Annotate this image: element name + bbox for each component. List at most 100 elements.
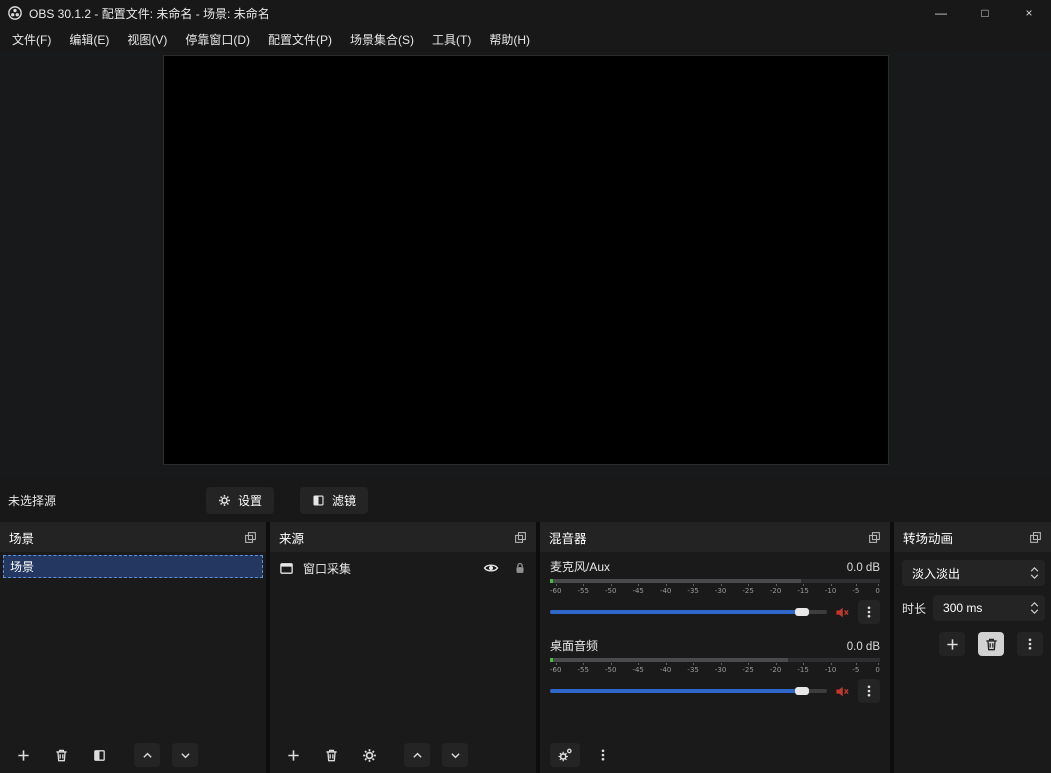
mixer-body: 麦克风/Aux 0.0 dB -60-55-50-45-40-35-30-25-… xyxy=(540,552,890,737)
select-arrows-icon xyxy=(1030,567,1039,579)
popout-icon[interactable] xyxy=(1029,531,1042,544)
trash-icon xyxy=(984,637,999,652)
menu-item-edit[interactable]: 编辑(E) xyxy=(60,27,118,52)
gear-icon xyxy=(362,748,377,763)
move-scene-up-button[interactable] xyxy=(134,743,160,767)
volume-meter xyxy=(550,579,880,583)
menu-item-docks[interactable]: 停靠窗口(D) xyxy=(176,27,259,52)
volume-slider[interactable] xyxy=(550,610,827,614)
preview-canvas[interactable] xyxy=(163,55,889,465)
slider-handle[interactable] xyxy=(795,687,809,695)
lock-toggle[interactable] xyxy=(513,561,527,575)
muted-speaker-icon xyxy=(835,605,850,620)
kebab-icon xyxy=(862,684,876,698)
maximize-button[interactable]: □ xyxy=(963,0,1007,26)
eye-icon xyxy=(483,560,499,576)
add-transition-button[interactable] xyxy=(939,632,965,656)
spinbox-arrows-icon[interactable] xyxy=(1030,602,1039,614)
duration-label: 时长 xyxy=(902,600,926,617)
sources-dock-header[interactable]: 来源 xyxy=(270,522,536,552)
sources-dock-title: 来源 xyxy=(279,528,304,547)
trash-icon xyxy=(324,748,339,763)
scenes-dock: 场景 场景 xyxy=(0,522,266,773)
obs-logo-icon xyxy=(8,6,22,20)
move-source-down-button[interactable] xyxy=(442,743,468,767)
source-item-label: 窗口采集 xyxy=(303,560,351,577)
transitions-dock-title: 转场动画 xyxy=(903,528,953,547)
window-title: OBS 30.1.2 - 配置文件: 未命名 - 场景: 未命名 xyxy=(29,5,270,22)
source-item[interactable]: 窗口采集 xyxy=(270,552,536,580)
menu-item-tools[interactable]: 工具(T) xyxy=(423,27,480,52)
menu-item-help[interactable]: 帮助(H) xyxy=(480,27,539,52)
filters-label: 滤镜 xyxy=(332,492,356,509)
transitions-dock-header[interactable]: 转场动画 xyxy=(894,522,1051,552)
duration-spinbox[interactable]: 300 ms xyxy=(933,595,1045,621)
plus-icon xyxy=(16,748,31,763)
meter-peak-indicator xyxy=(550,579,553,583)
menu-item-view[interactable]: 视图(V) xyxy=(118,27,176,52)
source-settings-label: 设置 xyxy=(238,492,262,509)
slider-handle[interactable] xyxy=(795,608,809,616)
transitions-body: 淡入淡出 时长 300 ms xyxy=(894,552,1051,773)
meter-peak-indicator xyxy=(550,658,553,662)
remove-source-button[interactable] xyxy=(318,743,344,767)
popout-icon[interactable] xyxy=(514,531,527,544)
visibility-toggle[interactable] xyxy=(483,560,499,576)
channel-name: 麦克风/Aux xyxy=(550,558,610,575)
plus-icon xyxy=(945,637,960,652)
add-scene-button[interactable] xyxy=(10,743,36,767)
add-source-button[interactable] xyxy=(280,743,306,767)
gear-icon xyxy=(218,494,231,507)
channel-options-button[interactable] xyxy=(858,679,880,703)
mixer-dock-title: 混音器 xyxy=(549,528,587,547)
transition-options-button[interactable] xyxy=(1017,632,1043,656)
transition-select[interactable]: 淡入淡出 xyxy=(902,560,1045,586)
channel-options-button[interactable] xyxy=(858,600,880,624)
mixer-dock-header[interactable]: 混音器 xyxy=(540,522,890,552)
channel-db-value: 0.0 dB xyxy=(847,562,880,574)
scenes-dock-title: 场景 xyxy=(9,528,34,547)
scene-item[interactable]: 场景 xyxy=(3,555,263,578)
scenes-toolbar xyxy=(0,737,266,773)
source-settings-button[interactable]: 设置 xyxy=(206,487,274,514)
advanced-audio-button[interactable] xyxy=(550,743,580,767)
sources-toolbar xyxy=(270,737,536,773)
popout-icon[interactable] xyxy=(244,531,257,544)
source-properties-button[interactable] xyxy=(356,743,382,767)
scenes-dock-header[interactable]: 场景 xyxy=(0,522,266,552)
menu-item-profile[interactable]: 配置文件(P) xyxy=(259,27,341,52)
window-controls: — □ × xyxy=(919,0,1051,26)
muted-speaker-icon xyxy=(835,684,850,699)
move-scene-down-button[interactable] xyxy=(172,743,198,767)
mixer-toolbar xyxy=(540,737,890,773)
chevron-up-icon xyxy=(411,749,424,762)
kebab-icon xyxy=(1023,637,1037,651)
mute-button[interactable] xyxy=(835,605,850,620)
titlebar: OBS 30.1.2 - 配置文件: 未命名 - 场景: 未命名 — □ × xyxy=(0,0,1051,26)
lock-icon xyxy=(513,561,527,575)
advanced-audio-icon xyxy=(557,747,573,763)
minimize-button[interactable]: — xyxy=(919,0,963,26)
transitions-toolbar xyxy=(902,632,1045,656)
channel-db-value: 0.0 dB xyxy=(847,641,880,653)
filters-button[interactable]: 滤镜 xyxy=(300,487,368,514)
remove-transition-button[interactable] xyxy=(978,632,1004,656)
menu-item-scene-collection[interactable]: 场景集合(S) xyxy=(341,27,423,52)
trash-icon xyxy=(54,748,69,763)
source-status-label: 未选择源 xyxy=(8,492,56,509)
mute-button[interactable] xyxy=(835,684,850,699)
volume-meter xyxy=(550,658,880,662)
source-toolbar-buttons: 设置 滤镜 xyxy=(206,487,368,514)
move-source-up-button[interactable] xyxy=(404,743,430,767)
volume-slider[interactable] xyxy=(550,689,827,693)
chevron-up-icon xyxy=(141,749,154,762)
remove-scene-button[interactable] xyxy=(48,743,74,767)
popout-icon[interactable] xyxy=(868,531,881,544)
close-button[interactable]: × xyxy=(1007,0,1051,26)
scene-item-label: 场景 xyxy=(10,558,34,575)
menu-item-file[interactable]: 文件(F) xyxy=(3,27,60,52)
mixer-options-button[interactable] xyxy=(592,743,614,767)
scene-filters-button[interactable] xyxy=(86,743,112,767)
source-toolbar: 未选择源 设置 滤镜 xyxy=(0,478,1051,522)
kebab-icon xyxy=(596,748,610,762)
